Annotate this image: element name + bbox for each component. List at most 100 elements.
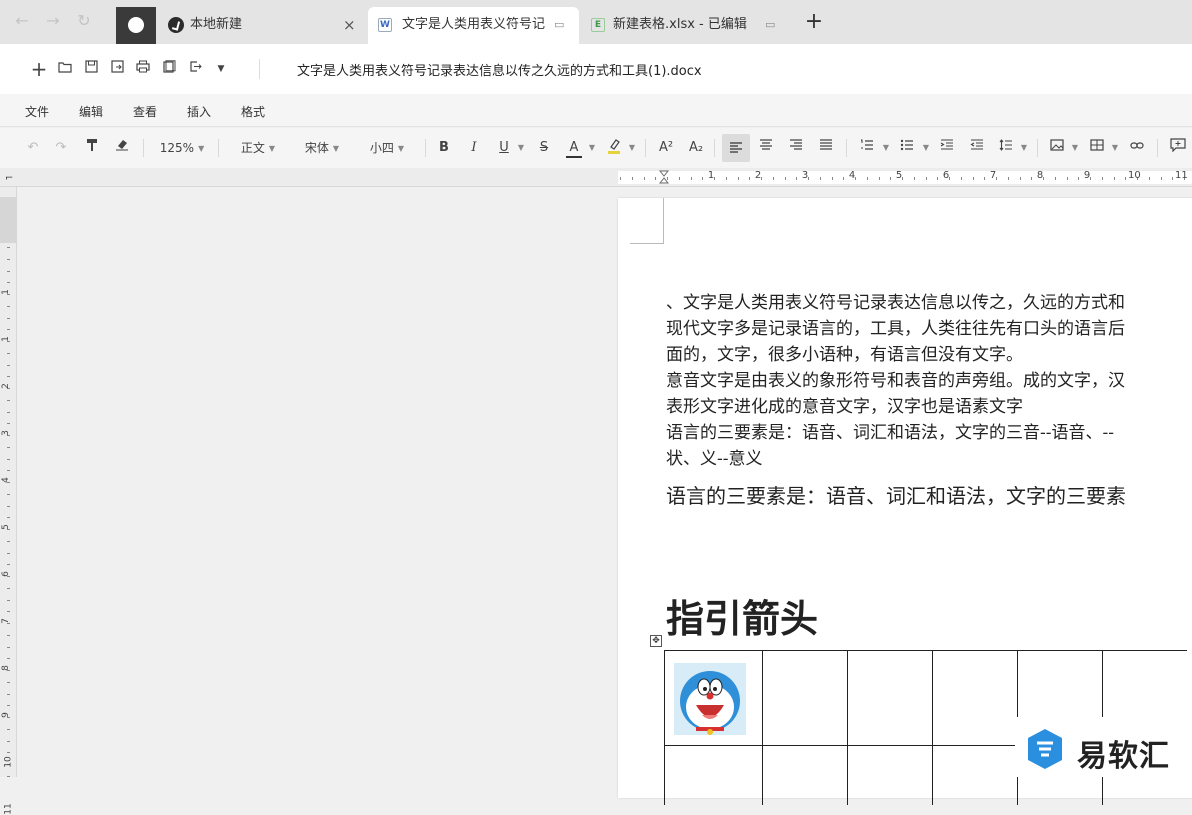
body-line[interactable]: 表形文字进化成的意音文字，汉字也是语素文字: [666, 392, 1023, 417]
table-cell[interactable]: [762, 745, 847, 805]
body-line-large[interactable]: 语言的三要素是：语音、词汇和语法，文字的三要素: [666, 480, 1126, 509]
menu-format[interactable]: 格式: [241, 103, 265, 120]
ruler-tick: [937, 177, 938, 180]
body-line[interactable]: 、文字是人类用表义符号记录表达信息以传之，久远的方式和: [666, 288, 1125, 313]
body-line[interactable]: 面的，文字，很多小语种，有语言但没有文字。: [666, 340, 1023, 365]
app-home-tab[interactable]: [116, 7, 156, 44]
document-page[interactable]: 、文字是人类用表义符号记录表达信息以传之，久远的方式和 现代文字多是记录语言的，…: [618, 198, 1192, 805]
share-icon[interactable]: [186, 60, 204, 78]
eraser-icon[interactable]: [113, 138, 131, 158]
ruler-tick: [7, 517, 10, 518]
ruler-tick: [7, 752, 10, 753]
ruler-tick: [1031, 177, 1032, 180]
chevron-down-icon[interactable]: ▼: [881, 138, 891, 158]
tab-docx[interactable]: W 文字是人类用表义符号记 ▭: [368, 7, 579, 44]
align-right-icon[interactable]: [787, 138, 805, 158]
italic-button[interactable]: I: [466, 138, 482, 158]
style-select[interactable]: 正文 ▼: [234, 138, 282, 158]
superscript-button[interactable]: A²: [656, 138, 676, 158]
divider: [645, 139, 646, 157]
ruler-tick: [1114, 177, 1115, 180]
save-as-icon[interactable]: [108, 60, 126, 78]
justify-icon[interactable]: [817, 138, 835, 158]
document-canvas[interactable]: 、文字是人类用表义符号记录表达信息以传之，久远的方式和 现代文字多是记录语言的，…: [18, 188, 1192, 805]
ruler-number: 1: [0, 336, 11, 342]
comment-icon[interactable]: [1168, 138, 1188, 158]
ruler-tick: [7, 376, 10, 377]
table-cell[interactable]: [762, 650, 847, 745]
ruler-number: 7: [989, 170, 997, 181]
menu-insert[interactable]: 插入: [187, 103, 211, 120]
indent-increase-icon[interactable]: [938, 138, 956, 158]
heading[interactable]: 指引箭头: [666, 588, 818, 643]
underline-button[interactable]: U: [496, 138, 512, 158]
table-cell[interactable]: [932, 650, 1017, 745]
numbered-list-icon[interactable]: [858, 138, 876, 158]
bold-button[interactable]: B: [436, 138, 452, 158]
align-left-icon[interactable]: [722, 134, 750, 162]
new-tab-button[interactable]: +: [800, 8, 828, 36]
chevron-down-icon[interactable]: ▼: [1070, 138, 1080, 158]
close-icon[interactable]: ×: [343, 7, 356, 43]
ruler-tick: [1125, 177, 1126, 180]
table-icon[interactable]: [1088, 138, 1106, 158]
open-folder-icon[interactable]: [56, 60, 74, 78]
bullet-list-icon[interactable]: [898, 138, 916, 158]
body-line[interactable]: 现代文字多是记录语言的，工具，人类往往先有口头的语言后: [666, 314, 1125, 339]
redo-icon[interactable]: ↷: [52, 138, 70, 158]
menu-edit[interactable]: 编辑: [79, 103, 103, 120]
font-color-button[interactable]: A: [566, 138, 582, 158]
undo-icon[interactable]: ↶: [24, 138, 42, 158]
horizontal-ruler: ⌐ 1 2 3 4 5 6 7 8 9 10 11: [0, 168, 1192, 187]
chevron-down-icon[interactable]: ▼: [1110, 138, 1120, 158]
print-icon[interactable]: [134, 60, 152, 78]
ruler-tick: [1172, 177, 1173, 180]
tab-xlsx[interactable]: E 新建表格.xlsx - 已编辑 ▭: [583, 7, 788, 44]
body-line[interactable]: 意音文字是由表义的象形符号和表音的声旁组。成的文字，汉: [666, 366, 1125, 391]
table-cell[interactable]: [664, 745, 762, 805]
line-spacing-icon[interactable]: [997, 138, 1015, 158]
zoom-select[interactable]: 125% ▼: [156, 138, 208, 158]
table-cell[interactable]: [847, 650, 932, 745]
subscript-button[interactable]: A₂: [686, 138, 706, 158]
table-cell[interactable]: [932, 745, 1017, 805]
tab-local-new[interactable]: 本地新建 ×: [160, 7, 364, 44]
back-button[interactable]: ←: [11, 10, 33, 32]
table-move-handle[interactable]: ✥: [650, 635, 662, 647]
table-cell[interactable]: [664, 650, 762, 745]
link-icon[interactable]: [1128, 138, 1146, 158]
ruler-tick: [7, 682, 10, 683]
chevron-down-icon[interactable]: ▼: [1019, 138, 1029, 158]
reload-button[interactable]: ↻: [73, 10, 95, 32]
ruler-number: 2: [754, 170, 762, 181]
export-icon[interactable]: [160, 60, 178, 78]
body-line[interactable]: 语言的三要素是：语音、词汇和语法，文字的三音--语音、--: [666, 418, 1114, 443]
more-dropdown-icon[interactable]: ▼: [212, 60, 230, 78]
chevron-down-icon[interactable]: ▼: [921, 138, 931, 158]
forward-button[interactable]: →: [42, 10, 64, 32]
save-icon[interactable]: [82, 60, 100, 78]
table-cell[interactable]: [847, 745, 932, 805]
chevron-down-icon[interactable]: ▼: [587, 138, 597, 158]
align-center-icon[interactable]: [757, 138, 775, 158]
menu-file[interactable]: 文件: [25, 103, 49, 120]
indent-decrease-icon[interactable]: [968, 138, 986, 158]
ruler-tick: [7, 400, 10, 401]
new-icon[interactable]: +: [30, 59, 48, 79]
ruler-number: 3: [801, 170, 809, 181]
strikethrough-button[interactable]: S: [536, 138, 552, 158]
body-line[interactable]: 状、义--意义: [666, 444, 763, 469]
font-size-select[interactable]: 小四 ▼: [362, 138, 412, 158]
format-painter-icon[interactable]: [83, 138, 101, 158]
chevron-down-icon[interactable]: ▼: [516, 138, 526, 158]
chevron-down-icon[interactable]: ▼: [627, 138, 637, 158]
font-select[interactable]: 宋体 ▼: [298, 138, 346, 158]
ruler-number: 7: [0, 618, 11, 624]
menu-view[interactable]: 查看: [133, 103, 157, 120]
ruler-tick: [7, 705, 10, 706]
ruler-tick: [785, 177, 786, 180]
doraemon-image[interactable]: [674, 663, 746, 735]
image-icon[interactable]: [1048, 138, 1066, 158]
ruler-number: 6: [942, 170, 950, 181]
highlight-icon[interactable]: [606, 138, 622, 158]
